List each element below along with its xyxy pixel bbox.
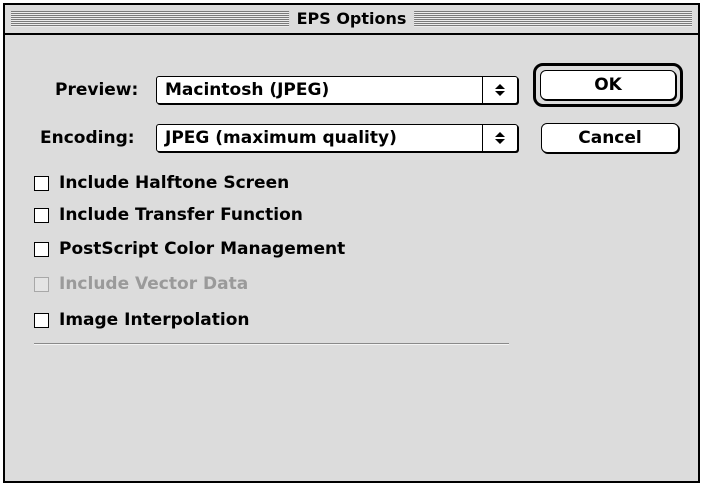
up-down-arrows-icon — [482, 77, 517, 103]
dialog-title: EPS Options — [288, 8, 415, 30]
include-transfer-function-label: Include Transfer Function — [59, 205, 303, 225]
preview-popup-value: Macintosh (JPEG) — [165, 80, 330, 100]
image-interpolation-label: Image Interpolation — [59, 310, 250, 330]
include-halftone-screen-checkbox[interactable] — [34, 175, 49, 191]
encoding-label: Encoding: — [40, 128, 135, 148]
up-down-arrows-icon — [482, 125, 517, 151]
include-transfer-function-checkbox[interactable] — [34, 207, 49, 223]
checkbox-row-include-halftone-screen[interactable]: Include Halftone Screen — [34, 172, 289, 194]
postscript-color-management-checkbox[interactable] — [34, 241, 49, 257]
checkbox-row-include-transfer-function[interactable]: Include Transfer Function — [34, 204, 303, 226]
include-vector-data-label: Include Vector Data — [59, 274, 249, 294]
image-interpolation-checkbox[interactable] — [34, 312, 49, 328]
encoding-popup-value: JPEG (maximum quality) — [165, 128, 397, 148]
title-bar[interactable]: EPS Options — [5, 5, 698, 35]
postscript-color-management-label: PostScript Color Management — [59, 239, 346, 259]
checkbox-row-image-interpolation[interactable]: Image Interpolation — [34, 309, 249, 331]
checkbox-row-postscript-color-management[interactable]: PostScript Color Management — [34, 238, 345, 260]
encoding-popup[interactable]: JPEG (maximum quality) — [156, 124, 518, 152]
include-vector-data-checkbox — [34, 276, 49, 292]
include-halftone-screen-label: Include Halftone Screen — [59, 173, 290, 193]
cancel-button[interactable]: Cancel — [541, 123, 679, 153]
separator-line — [34, 343, 509, 345]
preview-popup[interactable]: Macintosh (JPEG) — [156, 76, 518, 104]
ok-button[interactable]: OK — [540, 70, 676, 100]
preview-label: Preview: — [55, 80, 139, 100]
checkbox-row-include-vector-data: Include Vector Data — [34, 273, 248, 295]
